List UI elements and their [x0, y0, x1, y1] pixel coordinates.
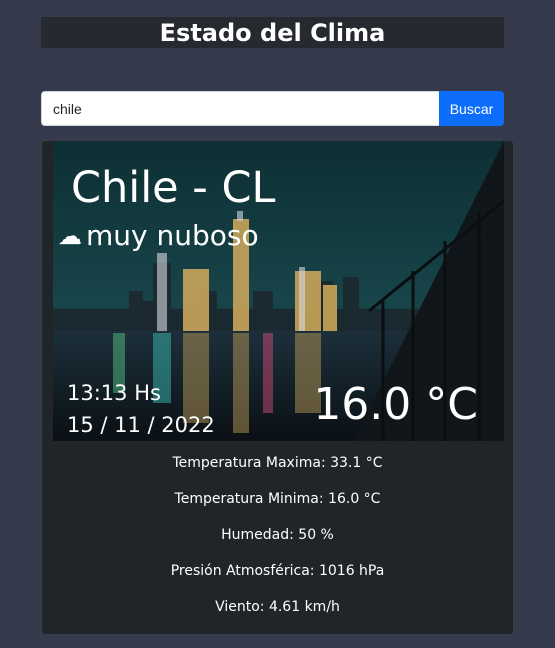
wind-speed: Viento: 4.61 km/h [215, 599, 340, 615]
max-temperature: Temperatura Maxima: 33.1 °C [172, 455, 383, 471]
local-date: 15 / 11 / 2022 [67, 413, 215, 437]
cloud-icon: ☁ [58, 221, 82, 250]
search-button[interactable]: Buscar [439, 91, 504, 126]
humidity: Humedad: 50 % [221, 527, 334, 543]
current-temperature: 16.0 °C [313, 379, 478, 430]
city-image: Chile - CL ☁ muy nuboso 13:13 Hs 15 / 11… [53, 141, 504, 441]
search-form: Buscar [41, 91, 504, 126]
weather-card: Chile - CL ☁ muy nuboso 13:13 Hs 15 / 11… [41, 140, 514, 635]
local-time: 13:13 Hs [67, 381, 161, 405]
condition: ☁ muy nuboso [58, 219, 259, 252]
pressure: Presión Atmosférica: 1016 hPa [170, 563, 385, 579]
min-temperature: Temperatura Minima: 16.0 °C [174, 491, 381, 507]
weather-details: Temperatura Maxima: 33.1 °C Temperatura … [42, 445, 513, 625]
header-bar: Estado del Clima [41, 17, 504, 48]
city-name: Chile - CL [71, 163, 276, 213]
page-title: Estado del Clima [159, 18, 386, 47]
search-input[interactable] [41, 91, 439, 126]
condition-text: muy nuboso [86, 219, 259, 252]
